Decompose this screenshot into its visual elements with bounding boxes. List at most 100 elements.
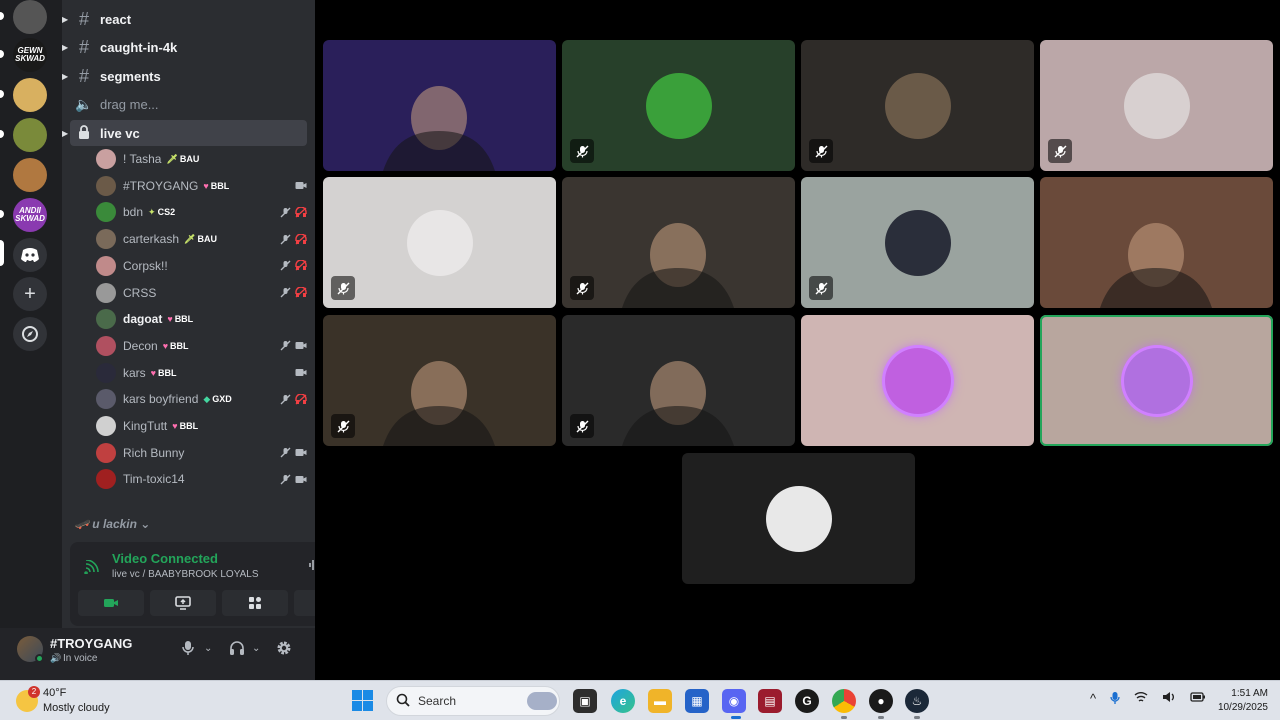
microphone-icon[interactable]: [182, 640, 194, 660]
avatar[interactable]: [96, 175, 116, 196]
weather-description[interactable]: Mostly cloudy: [43, 702, 110, 714]
file-explorer-icon[interactable]: ▬: [648, 689, 672, 713]
tag-icon: ♥: [150, 367, 157, 378]
windows-taskbar: 2 40°F Mostly cloudy Search ▣ e ▬ ▦ ◉ ▤ …: [0, 680, 1280, 720]
avatar[interactable]: [96, 149, 116, 169]
server-label: GEWN SKWAD: [15, 46, 45, 63]
avatar[interactable]: [96, 362, 116, 383]
voice-user-row[interactable]: bdn ✦ CS2: [96, 199, 307, 225]
voice-channel-live-vc[interactable]: ▶ live vc: [62, 120, 307, 146]
weather-temperature[interactable]: 40°F: [43, 687, 66, 699]
battery-icon[interactable]: [1190, 691, 1206, 708]
discord-app-icon[interactable]: ◉: [722, 689, 746, 713]
video-tile[interactable]: [801, 177, 1034, 308]
camera-button[interactable]: [78, 590, 144, 616]
avatar[interactable]: [96, 389, 116, 410]
voice-user-row[interactable]: dagoat ♥ BBL: [96, 306, 307, 332]
channel-segments[interactable]: ▶ # segments: [62, 63, 307, 89]
video-tile[interactable]: [562, 177, 795, 308]
video-tile[interactable]: [323, 40, 556, 171]
start-button[interactable]: [352, 690, 373, 711]
mic-muted-icon: [331, 276, 355, 300]
app-icon-dark[interactable]: ●: [869, 689, 893, 713]
wifi-icon[interactable]: [1134, 691, 1148, 708]
server-icon-3[interactable]: [13, 78, 47, 112]
mic-muted-icon: [570, 414, 594, 438]
chevron-down-icon[interactable]: ⌄: [204, 643, 212, 654]
video-tile[interactable]: [801, 315, 1034, 446]
avatar[interactable]: [96, 255, 116, 276]
channel-sidebar: ▶ # react ▶ # caught-in-4k ▶ # segments …: [0, 0, 370, 680]
screen-share-button[interactable]: [150, 590, 216, 616]
add-server-icon[interactable]: +: [13, 277, 47, 311]
voice-user-row[interactable]: carterkash 🗡 BAU: [96, 226, 307, 252]
video-tile[interactable]: [1040, 315, 1273, 446]
category-u-lackin[interactable]: 🛹 u lackin ⌄: [74, 517, 150, 531]
server-icon-5[interactable]: [13, 158, 47, 192]
channel-react[interactable]: ▶ # react: [62, 6, 307, 32]
video-tile[interactable]: [323, 315, 556, 446]
voice-state-icons: [279, 233, 307, 245]
avatar[interactable]: [96, 282, 116, 303]
connection-channel[interactable]: live vc / BAABYBROOK LOYALS: [112, 569, 259, 580]
voice-state-icons: [279, 206, 307, 218]
voice-user-row[interactable]: Decon ♥ BBL: [96, 333, 307, 359]
video-tile[interactable]: [562, 315, 795, 446]
gear-icon[interactable]: [276, 640, 292, 660]
chrome-icon[interactable]: [832, 689, 856, 713]
avatar[interactable]: [96, 416, 116, 436]
app-icon-red[interactable]: ▤: [758, 689, 782, 713]
headphones-icon[interactable]: [229, 640, 245, 660]
server-icon-1[interactable]: [13, 0, 47, 34]
edge-browser-icon[interactable]: e: [611, 689, 635, 713]
video-tile[interactable]: [323, 177, 556, 308]
voice-channel-drag-me[interactable]: 🔈 drag me...: [70, 91, 307, 117]
voice-user-row[interactable]: ! Tasha 🗡 BAU: [96, 146, 307, 172]
signal-icon[interactable]: [84, 559, 100, 577]
avatar[interactable]: [96, 229, 116, 250]
voice-user-row[interactable]: kars boyfriend ◆ GXD: [96, 386, 307, 412]
video-tile[interactable]: [801, 40, 1034, 171]
search-box[interactable]: Search: [386, 686, 560, 716]
avatar[interactable]: [96, 469, 116, 490]
task-view-icon[interactable]: ▣: [573, 689, 597, 713]
voice-user-row[interactable]: kars ♥ BBL: [96, 360, 307, 386]
avatar[interactable]: [96, 442, 116, 463]
deafened-icon: [295, 233, 307, 245]
avatar[interactable]: [96, 335, 116, 356]
voice-user-row[interactable]: Rich Bunny: [96, 440, 307, 466]
voice-user-row[interactable]: Tim-toxic14: [96, 466, 307, 492]
chevron-up-icon[interactable]: ^: [1090, 691, 1096, 708]
tag-icon: ♥: [172, 421, 178, 431]
server-selected-pill: [0, 240, 4, 266]
microphone-icon[interactable]: [1110, 691, 1120, 708]
video-tile[interactable]: [1040, 40, 1273, 171]
activities-button[interactable]: [222, 590, 288, 616]
volume-icon[interactable]: [1162, 691, 1176, 708]
video-tile[interactable]: [1040, 177, 1273, 308]
tag-label: BAU: [197, 234, 217, 245]
avatar[interactable]: [96, 309, 116, 330]
unread-indicator: ▶: [62, 128, 69, 138]
server-icon-andii-skwad[interactable]: ANDII SKWAD: [13, 198, 47, 232]
server-icon-gewn-skwad[interactable]: GEWN SKWAD: [13, 38, 47, 72]
server-icon-4[interactable]: [13, 118, 47, 152]
voice-user-row[interactable]: #TROYGANG ♥ BBL: [96, 173, 307, 199]
store-icon[interactable]: ▦: [685, 689, 709, 713]
video-tile[interactable]: [682, 453, 915, 584]
voice-user-row[interactable]: Corpsk!!: [96, 253, 307, 279]
connection-status[interactable]: Video Connected: [112, 551, 218, 566]
discover-icon[interactable]: [13, 317, 47, 351]
chevron-down-icon[interactable]: ⌄: [252, 643, 260, 654]
voice-user-row[interactable]: KingTutt ♥ BBL: [96, 413, 307, 439]
voice-user-name: Tim-toxic14: [123, 472, 185, 487]
system-clock[interactable]: 1:51 AM 10/29/2025: [1208, 687, 1268, 715]
voice-user-row[interactable]: CRSS: [96, 280, 307, 306]
app-icon-g[interactable]: G: [795, 689, 819, 713]
avatar[interactable]: [96, 202, 116, 223]
username[interactable]: #TROYGANG: [50, 636, 132, 651]
video-tile[interactable]: [562, 40, 795, 171]
direct-messages-icon[interactable]: [13, 238, 47, 272]
steam-icon[interactable]: ♨: [905, 689, 929, 713]
channel-caught-in-4k[interactable]: ▶ # caught-in-4k: [62, 34, 307, 60]
